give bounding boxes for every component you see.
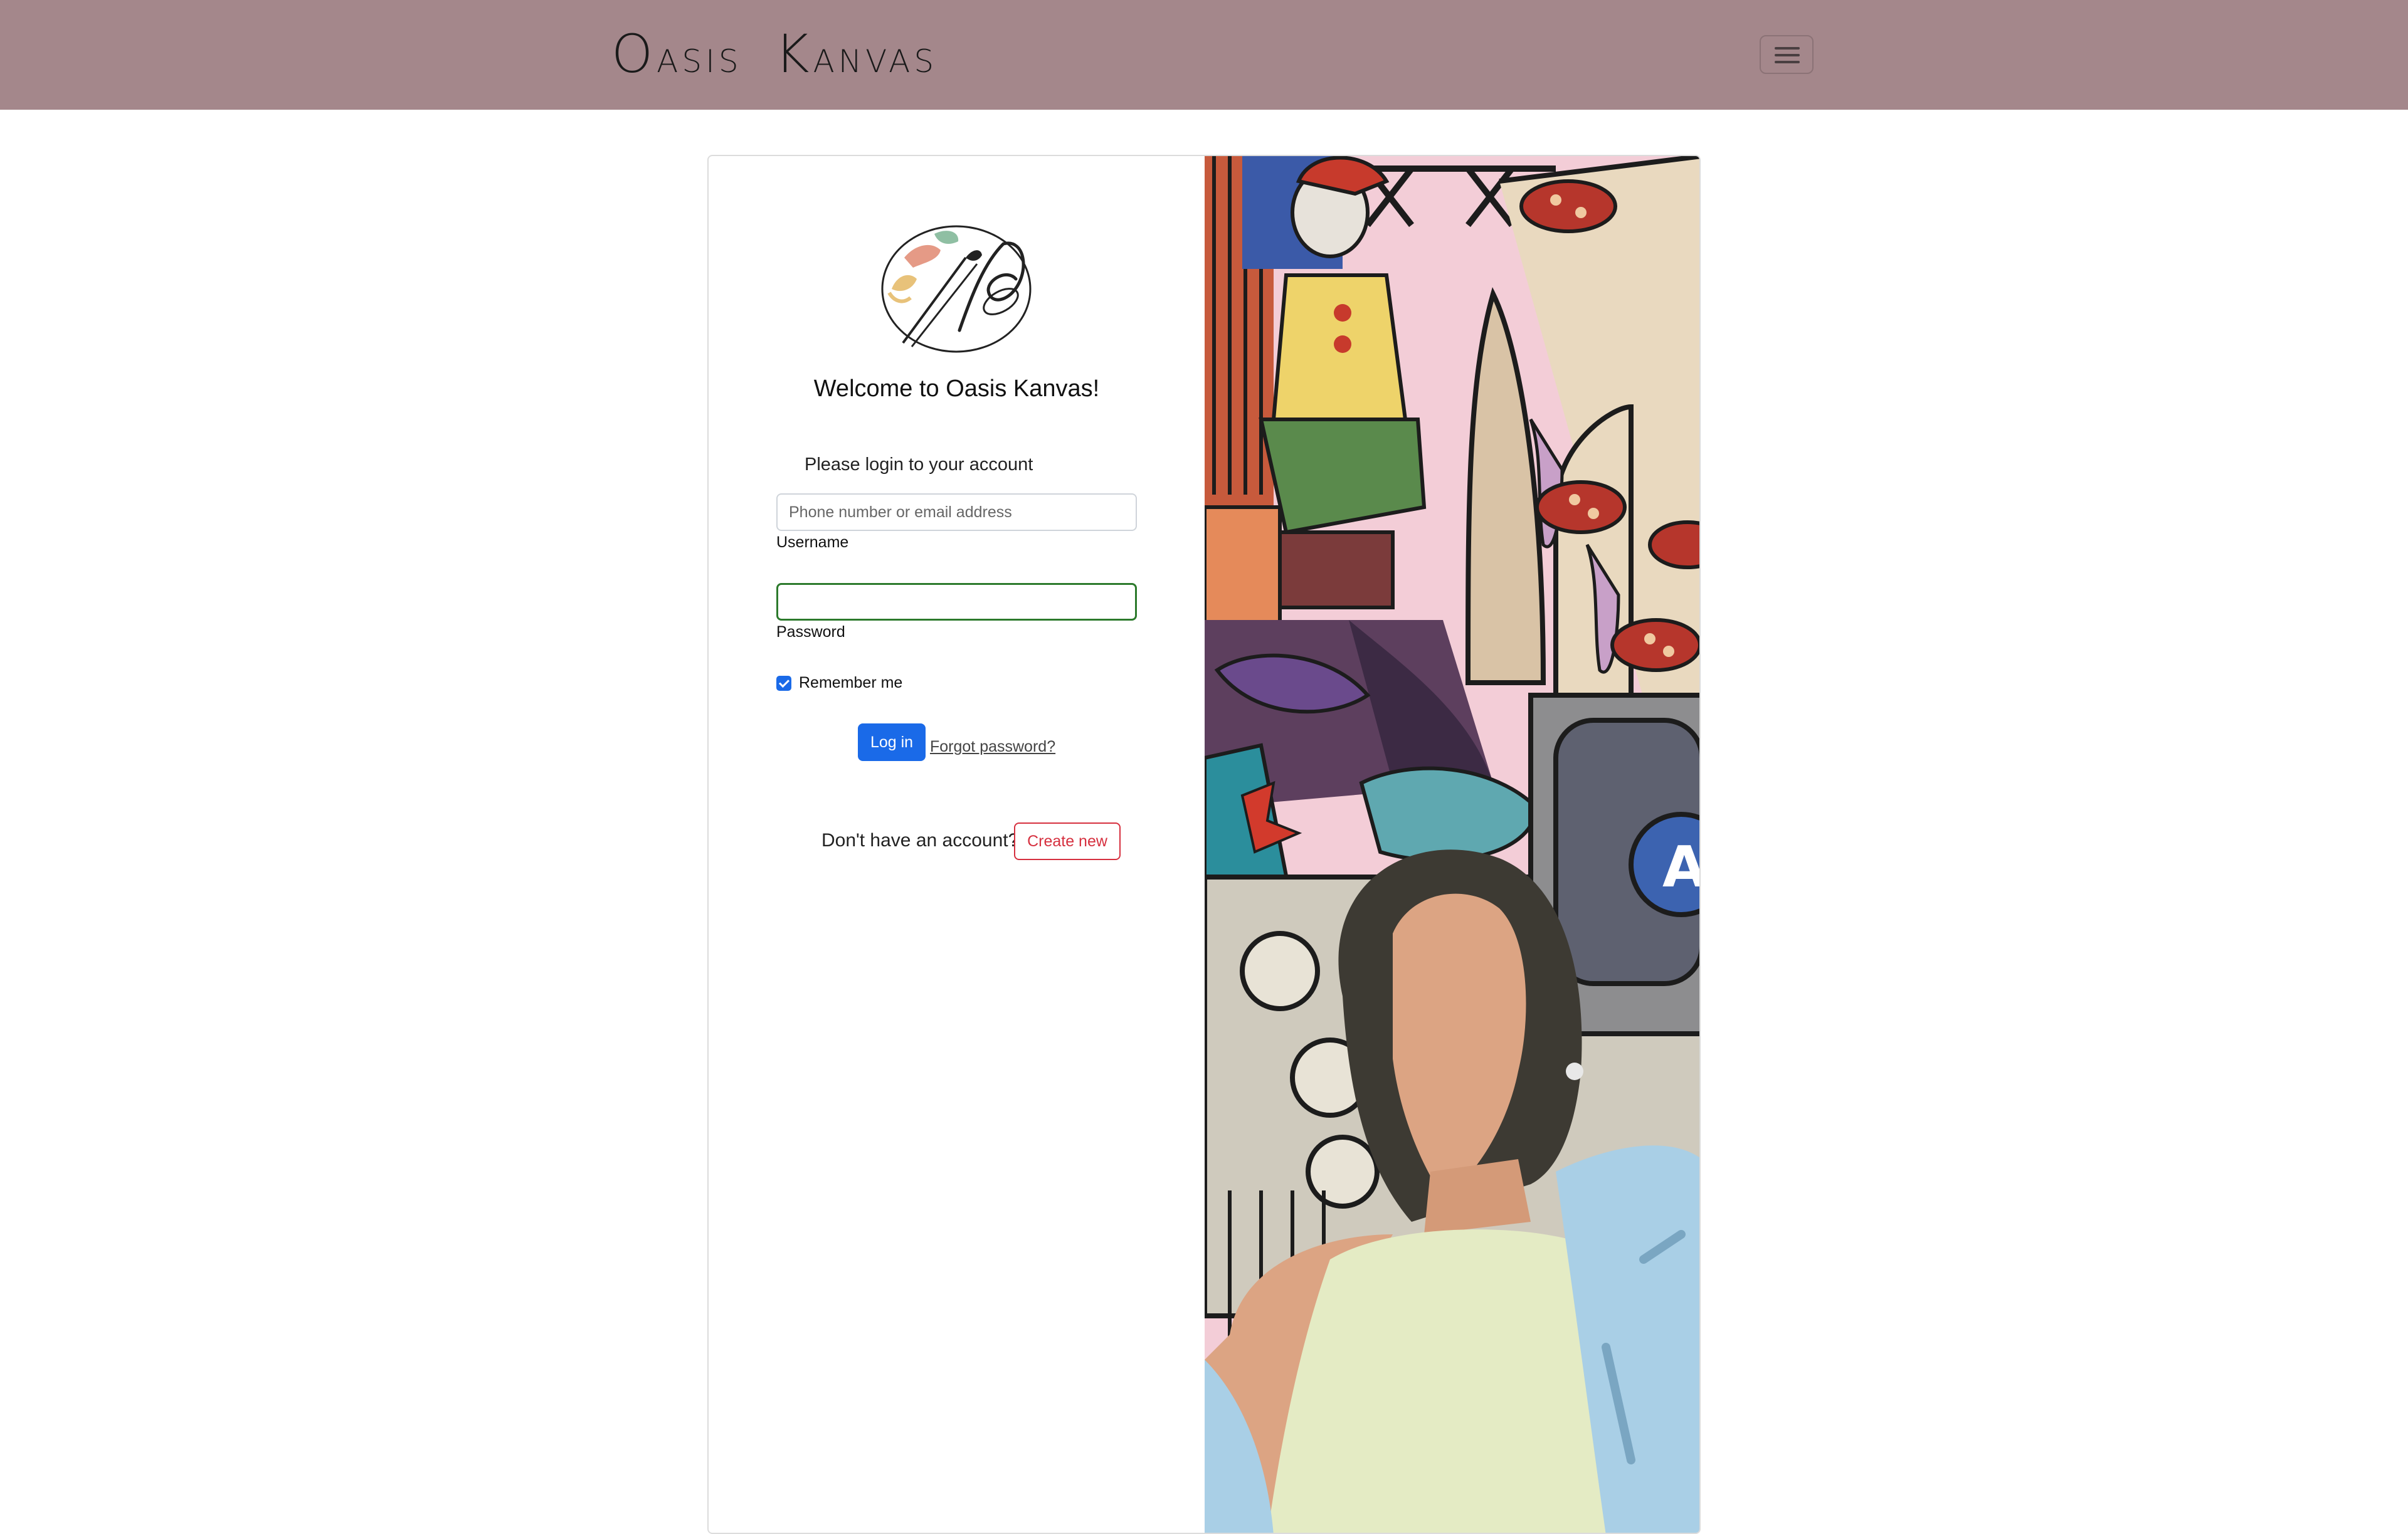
brand-word-kanvas: KANVAS bbox=[774, 23, 938, 85]
collage-illustration: A bbox=[1205, 156, 1701, 1533]
top-navbar: OASIS KANVAS bbox=[0, 0, 2408, 110]
remember-me-checkbox[interactable] bbox=[776, 675, 791, 691]
illustration-panel: A bbox=[1205, 156, 1701, 1533]
login-button[interactable]: Log in bbox=[858, 723, 926, 761]
login-card: Welcome to Oasis Kanvas! Please login to… bbox=[707, 155, 1701, 1534]
password-input[interactable] bbox=[776, 583, 1137, 621]
login-subtitle: Please login to your account bbox=[805, 454, 1033, 475]
username-label: Username bbox=[776, 533, 849, 551]
menu-toggle-button[interactable] bbox=[1760, 35, 1814, 74]
forgot-password-link[interactable]: Forgot password? bbox=[930, 738, 1055, 756]
brand-logo-text[interactable]: OASIS KANVAS bbox=[611, 28, 937, 88]
create-account-button[interactable]: Create new bbox=[1014, 822, 1121, 860]
svg-text:A: A bbox=[1662, 834, 1701, 900]
remember-me-row: Remember me bbox=[776, 674, 902, 692]
no-account-text: Don't have an account? bbox=[821, 830, 1019, 851]
palette-brush-logo bbox=[881, 225, 1032, 353]
login-form-panel: Welcome to Oasis Kanvas! Please login to… bbox=[709, 156, 1205, 1533]
password-label: Password bbox=[776, 623, 845, 641]
remember-me-label[interactable]: Remember me bbox=[799, 674, 902, 692]
brand-word-oasis: OASIS bbox=[611, 23, 742, 85]
username-input[interactable] bbox=[776, 493, 1137, 531]
welcome-heading: Welcome to Oasis Kanvas! bbox=[813, 376, 1100, 402]
